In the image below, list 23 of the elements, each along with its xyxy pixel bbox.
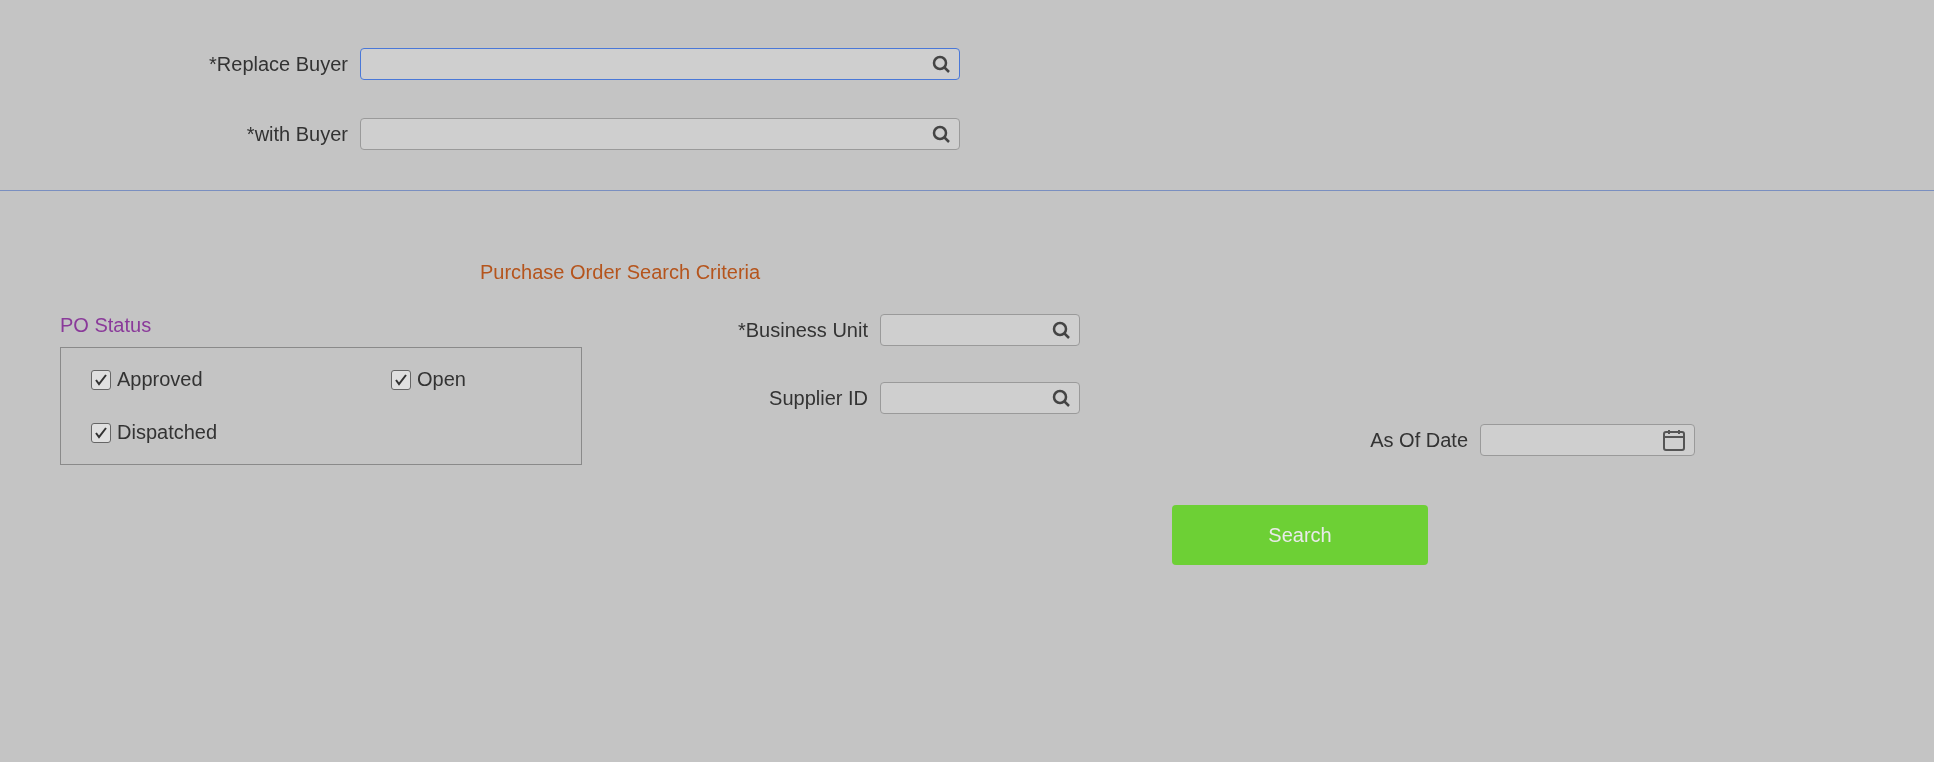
lookup-field[interactable]	[880, 314, 1080, 346]
field-label: *Replace Buyer	[208, 52, 349, 76]
replace-buyer-field[interactable]	[360, 48, 960, 80]
search-icon[interactable]	[1051, 320, 1071, 340]
field-label: *with Buyer	[245, 122, 349, 146]
status-checkbox[interactable]: Dispatched	[91, 421, 391, 444]
lookup-field[interactable]	[880, 382, 1080, 414]
search-icon[interactable]	[931, 124, 951, 144]
group-legend: PO Status	[60, 314, 152, 336]
check-icon	[94, 372, 108, 387]
status-checkbox[interactable]: Open	[391, 368, 591, 391]
search-icon[interactable]	[931, 54, 951, 74]
field-label: Supplier ID	[768, 386, 869, 410]
calendar-icon[interactable]	[1662, 428, 1686, 452]
date-field[interactable]	[1480, 424, 1695, 456]
status-checkbox[interactable]: Approved	[91, 368, 391, 391]
check-icon	[94, 425, 108, 440]
search-icon[interactable]	[1051, 388, 1071, 408]
field-label: *Business Unit	[736, 318, 869, 342]
field-label: As Of Date	[1369, 428, 1469, 452]
check-icon	[394, 372, 408, 387]
section-title: Purchase Order Search Criteria	[480, 261, 762, 284]
with-buyer-field[interactable]	[360, 118, 960, 150]
